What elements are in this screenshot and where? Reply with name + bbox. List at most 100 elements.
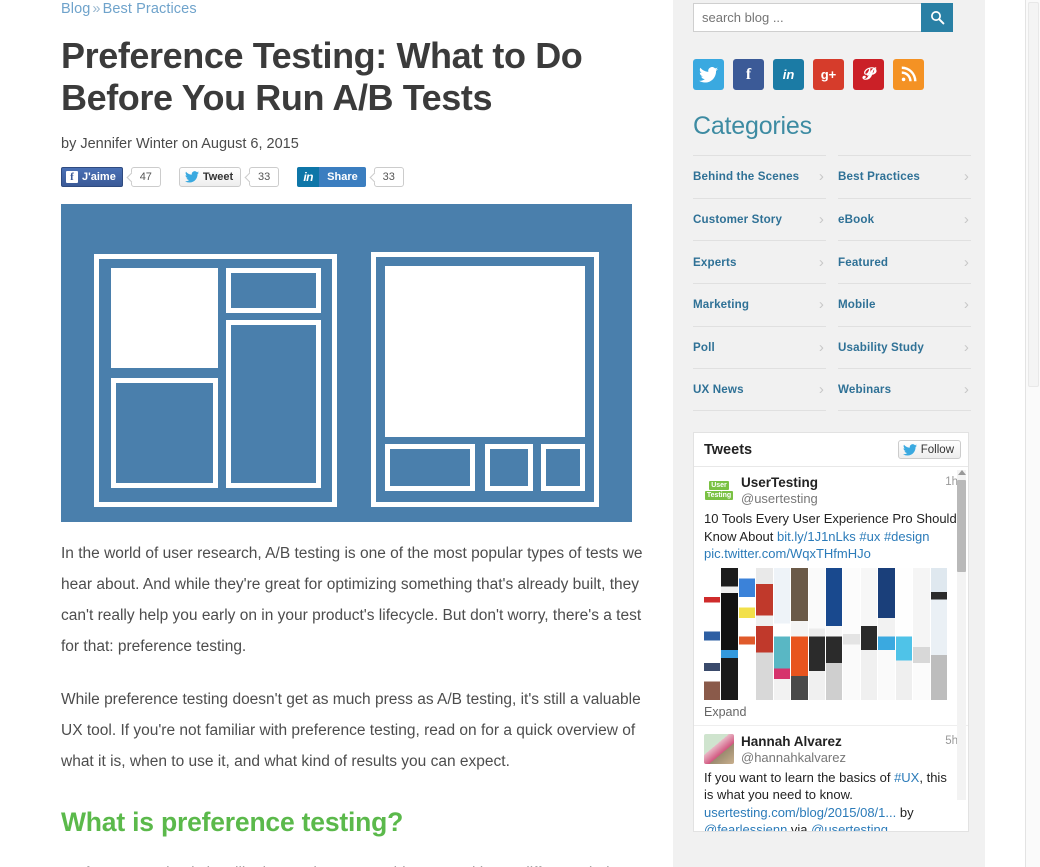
chevron-right-icon: › [818, 296, 824, 314]
linkedin-share-button[interactable]: in Share [297, 167, 366, 188]
left-gutter [0, 0, 30, 867]
tweet-count: 33 [249, 167, 280, 188]
category-label: Experts [693, 255, 737, 269]
chevron-right-icon: › [963, 381, 969, 399]
rss-icon[interactable] [893, 59, 924, 90]
collage-cell [860, 567, 878, 700]
category-item-mobile[interactable]: Mobile › [838, 283, 971, 326]
category-item-ux-news[interactable]: UX News › [693, 368, 826, 412]
breadcrumb-separator: » [92, 1, 101, 17]
collage-cell [843, 567, 860, 700]
linkedin-icon[interactable]: in [773, 59, 804, 90]
tweet-expand-link[interactable]: Expand [704, 705, 958, 719]
breadcrumb-link-blog[interactable]: Blog [61, 1, 90, 17]
category-item-ebook[interactable]: eBook › [838, 197, 971, 241]
tweet-text-part: by [896, 804, 914, 820]
list-item[interactable]: User Testing UserTesting @usertesting 1h … [694, 467, 968, 726]
scroll-up-arrow-icon[interactable] [958, 470, 966, 476]
search-button[interactable] [921, 3, 953, 32]
twitter-bird-glyph [699, 66, 718, 83]
chevron-right-icon: › [818, 253, 824, 271]
category-item-usability-study[interactable]: Usability Study › [838, 325, 971, 369]
category-label: Mobile [838, 298, 876, 312]
pinterest-icon[interactable]: 𝓟 [853, 59, 884, 90]
category-label: Best Practices [838, 170, 921, 184]
breadcrumb: Blog» Best Practices [61, 0, 661, 17]
post-paragraph-1: In the world of user research, A/B testi… [61, 545, 643, 656]
twitter-widget-header: Tweets Follow [694, 433, 968, 468]
collage-cell [791, 567, 808, 700]
tweet-mention[interactable]: @usertesting [811, 822, 888, 831]
wireframe-left-block-c [226, 268, 321, 314]
wireframe-right-block-main [385, 266, 585, 438]
post-paragraph-3: Preference testing is just like it sound… [61, 858, 646, 867]
tweet-link[interactable]: usertesting.com/blog/2015/08/1... [704, 805, 896, 820]
chevron-right-icon: › [963, 253, 969, 271]
tweet-button[interactable]: Tweet [178, 167, 242, 188]
social-share-bar: f J'aime 47 Tweet 33 in Share 33 [61, 167, 661, 188]
post-paragraph-2: While preference testing doesn't get as … [61, 691, 641, 771]
page-scrollbar-thumb[interactable] [1028, 2, 1039, 387]
categories-heading: Categories [693, 112, 812, 140]
post-byline: by Jennifer Winter on August 6, 2015 [61, 136, 299, 153]
scrollbar-thumb[interactable] [957, 480, 966, 573]
tweet-text-part: via [787, 822, 812, 833]
page-scrollbar[interactable] [1025, 0, 1040, 867]
twitter-timeline-widget: Tweets Follow User Testing UserTesting @… [693, 432, 969, 833]
wireframe-left-block-b [111, 378, 218, 489]
facebook-like-button[interactable]: f J'aime [61, 167, 123, 188]
category-label: Poll [693, 341, 715, 355]
tweet-author: UserTesting @usertesting [741, 475, 945, 507]
blog-post-page: Blog» Best Practices Preference Testing: … [0, 0, 1040, 867]
tweet-label: Tweet [202, 171, 234, 184]
tweet-hashtag[interactable]: #UX [894, 770, 919, 785]
twitter-tweet-stream: User Testing UserTesting @usertesting 1h … [694, 467, 968, 833]
article-main-column: Blog» Best Practices Preference Testing: … [61, 0, 661, 867]
post-hero-image [61, 204, 632, 523]
collage-cell [826, 567, 843, 700]
twitter-bird-icon [184, 171, 199, 183]
collage-cell [930, 567, 947, 700]
search-input[interactable] [693, 3, 921, 32]
twitter-widget-scrollbar[interactable] [957, 470, 966, 801]
category-label: UX News [693, 383, 744, 397]
category-item-best-practices[interactable]: Best Practices › [838, 155, 971, 198]
tweet-mention[interactable]: @fearlessjenn [704, 822, 787, 831]
category-label: Behind the Scenes [693, 170, 800, 184]
facebook-icon[interactable]: f [733, 59, 764, 90]
twitter-follow-button[interactable]: Follow [897, 440, 961, 460]
collage-cell [913, 567, 930, 700]
chevron-right-icon: › [963, 296, 969, 314]
linkedin-share-label: Share [319, 167, 366, 188]
category-label: eBook [838, 213, 875, 227]
usertesting-avatar: User Testing [704, 475, 734, 506]
breadcrumb-link-best-practices[interactable]: Best Practices [103, 1, 197, 17]
category-label: Usability Study [838, 341, 924, 355]
chevron-right-icon: › [818, 381, 824, 399]
tweet-link[interactable]: bit.ly/1J1nLks [777, 529, 856, 544]
tweet-image-collage[interactable] [704, 567, 947, 700]
tweet-header: User Testing UserTesting @usertesting 1h [704, 475, 958, 507]
category-item-customer-story[interactable]: Customer Story › [693, 197, 826, 241]
wireframe-left-block-d [226, 320, 321, 489]
category-item-featured[interactable]: Featured › [838, 240, 971, 283]
collage-cell [756, 567, 773, 700]
tweet-pic-link[interactable]: pic.twitter.com/WqxTHfmHJo [704, 546, 871, 561]
googleplus-icon[interactable]: g+ [813, 59, 844, 90]
tweet-hashtags[interactable]: #ux #design [856, 529, 929, 544]
category-item-behind-the-scenes[interactable]: Behind the Scenes › [693, 155, 826, 198]
wireframe-left-block-a [111, 268, 218, 369]
twitter-bird-icon [902, 443, 917, 456]
category-item-poll[interactable]: Poll › [693, 325, 826, 369]
twitter-widget-title: Tweets [704, 441, 753, 458]
category-item-experts[interactable]: Experts › [693, 240, 826, 283]
twitter-icon[interactable] [693, 59, 724, 90]
chevron-right-icon: › [963, 211, 969, 229]
category-item-webinars[interactable]: Webinars › [838, 368, 971, 412]
category-item-marketing[interactable]: Marketing › [693, 283, 826, 326]
tweet-text: 10 Tools Every User Experience Pro Shoul… [704, 510, 958, 563]
wireframe-right-block-1 [385, 444, 475, 492]
list-item[interactable]: Hannah Alvarez @hannahkalvarez 5h If you… [694, 726, 968, 833]
chevron-right-icon: › [818, 211, 824, 229]
collage-cell [721, 567, 738, 700]
